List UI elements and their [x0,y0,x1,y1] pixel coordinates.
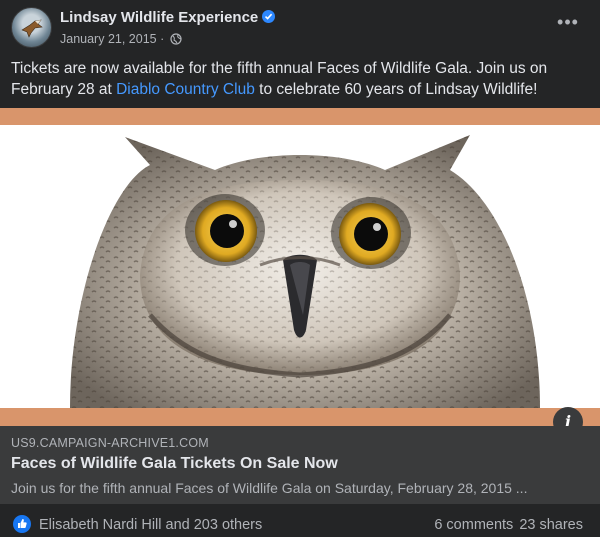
more-options-button[interactable]: ••• [556,12,580,38]
like-icon[interactable] [13,515,31,533]
post-header: Lindsay Wildlife Experience January 21, … [0,0,600,56]
image-top-stripe [0,108,600,125]
link-title[interactable]: Faces of Wildlife Gala Tickets On Sale N… [11,455,338,473]
more-options-icon: ••• [557,12,579,32]
facebook-post: Lindsay Wildlife Experience January 21, … [0,0,600,537]
shares-count[interactable]: 23 shares [519,517,583,533]
link-preview-card[interactable]: US9.CAMPAIGN-ARCHIVE1.COM Faces of Wildl… [0,426,600,504]
post-date[interactable]: January 21, 2015 [60,32,157,46]
engagement-counts: 6 comments 23 shares [434,517,583,533]
page-name-link[interactable]: Lindsay Wildlife Experience [60,9,276,26]
page-avatar[interactable] [11,7,52,48]
meta-separator: · [156,32,168,46]
diablo-country-club-link[interactable]: Diablo Country Club [116,81,255,98]
link-domain: US9.CAMPAIGN-ARCHIVE1.COM [11,436,209,450]
page-name-text[interactable]: Lindsay Wildlife Experience [60,9,258,26]
comments-count[interactable]: 6 comments [434,517,513,533]
image-bottom-stripe [0,408,600,426]
globe-icon[interactable] [170,33,182,45]
reactors-summary[interactable]: Elisabeth Nardi Hill and 203 others [39,517,262,533]
bird-logo-icon [21,19,43,38]
owl-photo [70,135,540,408]
post-text: Tickets are now available for the fifth … [11,58,591,100]
post-meta: January 21, 2015 · [60,32,182,46]
verified-badge-icon [262,10,276,23]
engagement-bar: Elisabeth Nardi Hill and 203 others 6 co… [0,504,600,537]
link-description: Join us for the fifth annual Faces of Wi… [11,480,528,496]
link-preview-image[interactable] [0,108,600,426]
post-text-after: to celebrate 60 years of Lindsay Wildlif… [254,81,538,98]
